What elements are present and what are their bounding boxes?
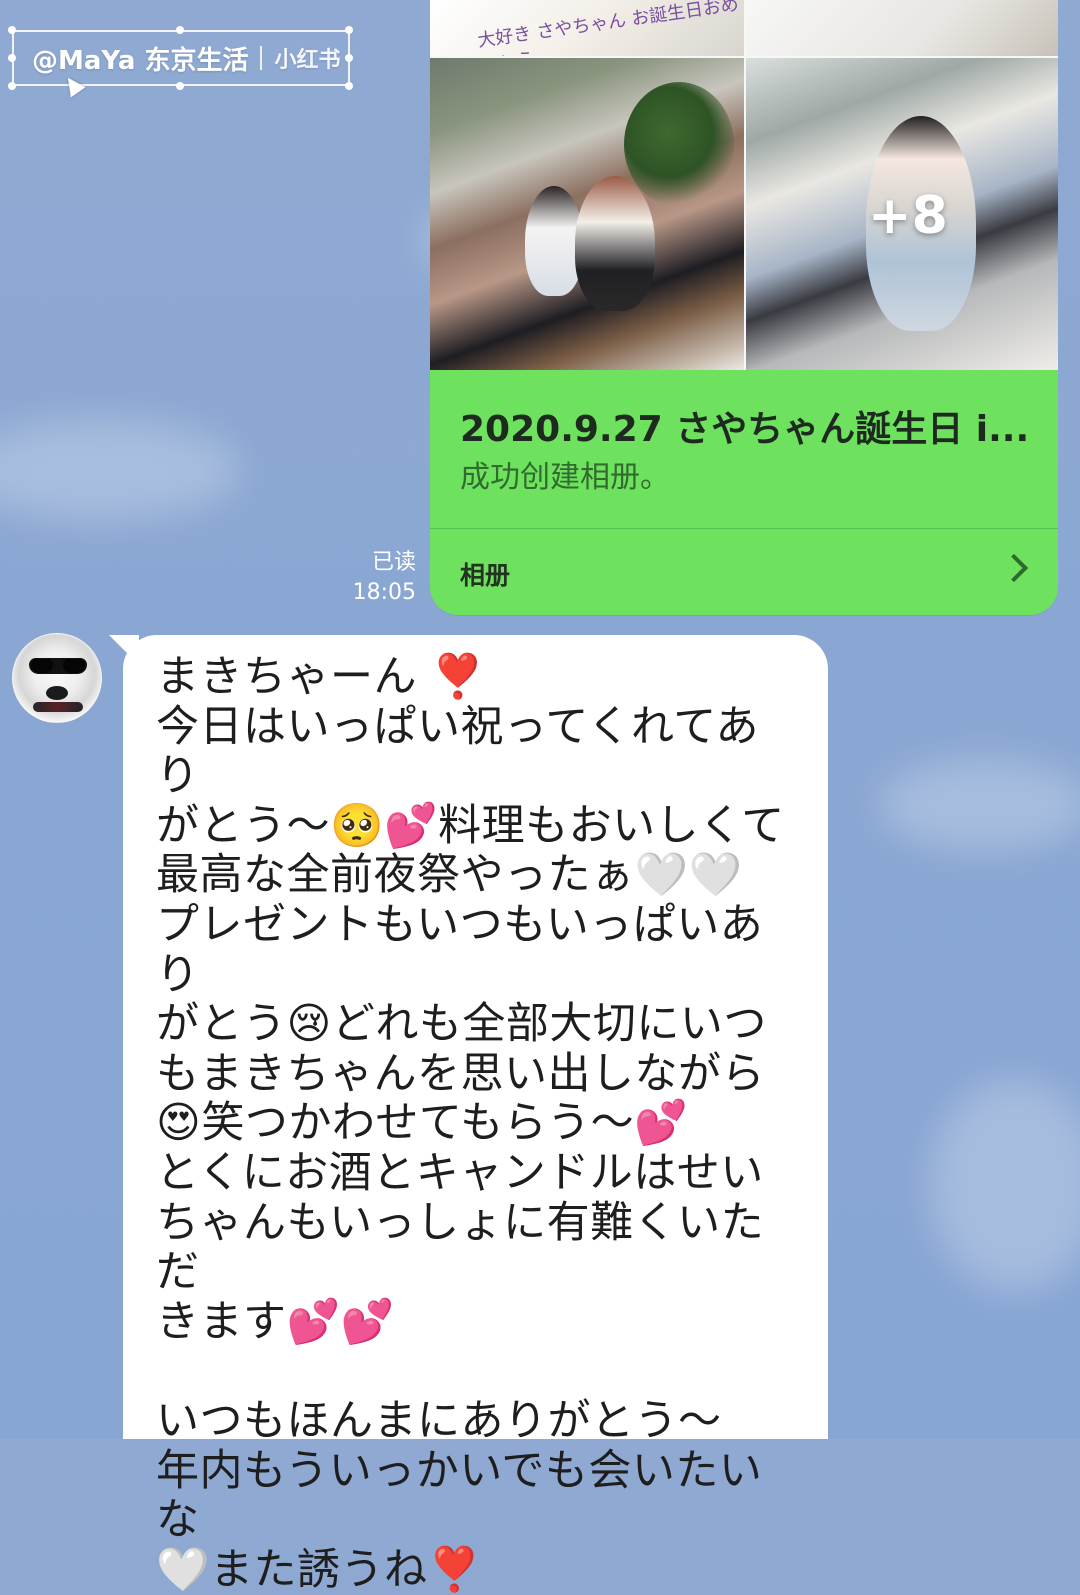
message-meta: 已读 18:05 <box>353 548 416 608</box>
album-title: 2020.9.27 さやちゃん誕生日 i... <box>460 409 1030 450</box>
watermark-handle-bottom-middle <box>176 82 184 90</box>
album-footer-label[interactable]: 相册 <box>460 556 510 592</box>
message-text: まきちゃーん ❣️ 今日はいっぱい祝ってくれてあり がとう〜🥺💕料理もおいしくて… <box>156 652 785 1595</box>
sunglasses-icon <box>29 658 87 674</box>
album-photo-grid[interactable]: 大好き さやちゃん お誕生日おめでとう +8 <box>430 0 1058 370</box>
more-photos-count: +8 <box>868 186 948 246</box>
watermark-brand: 小红书 <box>274 48 341 73</box>
incoming-message-bubble[interactable]: まきちゃーん ❣️ 今日はいっぱい祝ってくれてあり がとう〜🥺💕料理もおいしくて… <box>123 635 828 1594</box>
album-photo-3[interactable] <box>430 58 744 370</box>
watermark-handle-top-middle <box>176 26 184 34</box>
message-time: 18:05 <box>352 580 416 605</box>
watermark-text: @MaYa 东京生活 <box>32 45 249 76</box>
watermark-handle-top-right <box>345 26 353 34</box>
album-divider <box>430 528 1058 529</box>
chevron-right-icon[interactable] <box>999 553 1029 583</box>
plate-message: 大好き さやちゃん お誕生日おめでとう <box>476 0 741 56</box>
person-right <box>575 176 655 311</box>
watermark-handle-right-middle <box>345 54 353 62</box>
plant-background <box>624 82 734 207</box>
album-subtitle: 成功创建相册。 <box>460 460 670 495</box>
read-status: 已读 <box>371 550 416 575</box>
album-photo-4[interactable]: +8 <box>746 58 1058 370</box>
watermark-handle-bottom-right <box>345 82 353 90</box>
watermark-handle-left-middle <box>8 54 16 62</box>
watermark-handle-top-left <box>8 26 16 34</box>
watermark-handle-bottom-left <box>8 82 16 90</box>
album-photo-2[interactable] <box>746 0 1058 56</box>
watermark-separator <box>260 46 263 70</box>
dog-nose-icon <box>46 686 68 700</box>
watermark-box: @MaYa 东京生活 小红书 <box>12 30 350 86</box>
sky-cloud-3 <box>880 760 1080 850</box>
avatar[interactable] <box>12 633 102 723</box>
sky-cloud-4 <box>0 420 240 520</box>
sky-cloud-5 <box>930 1080 1080 1290</box>
dog-collar <box>33 702 83 712</box>
album-card[interactable]: 大好き さやちゃん お誕生日おめでとう +8 2020.9.27 さやちゃん誕生… <box>430 0 1058 615</box>
album-photo-1[interactable]: 大好き さやちゃん お誕生日おめでとう <box>430 0 744 56</box>
